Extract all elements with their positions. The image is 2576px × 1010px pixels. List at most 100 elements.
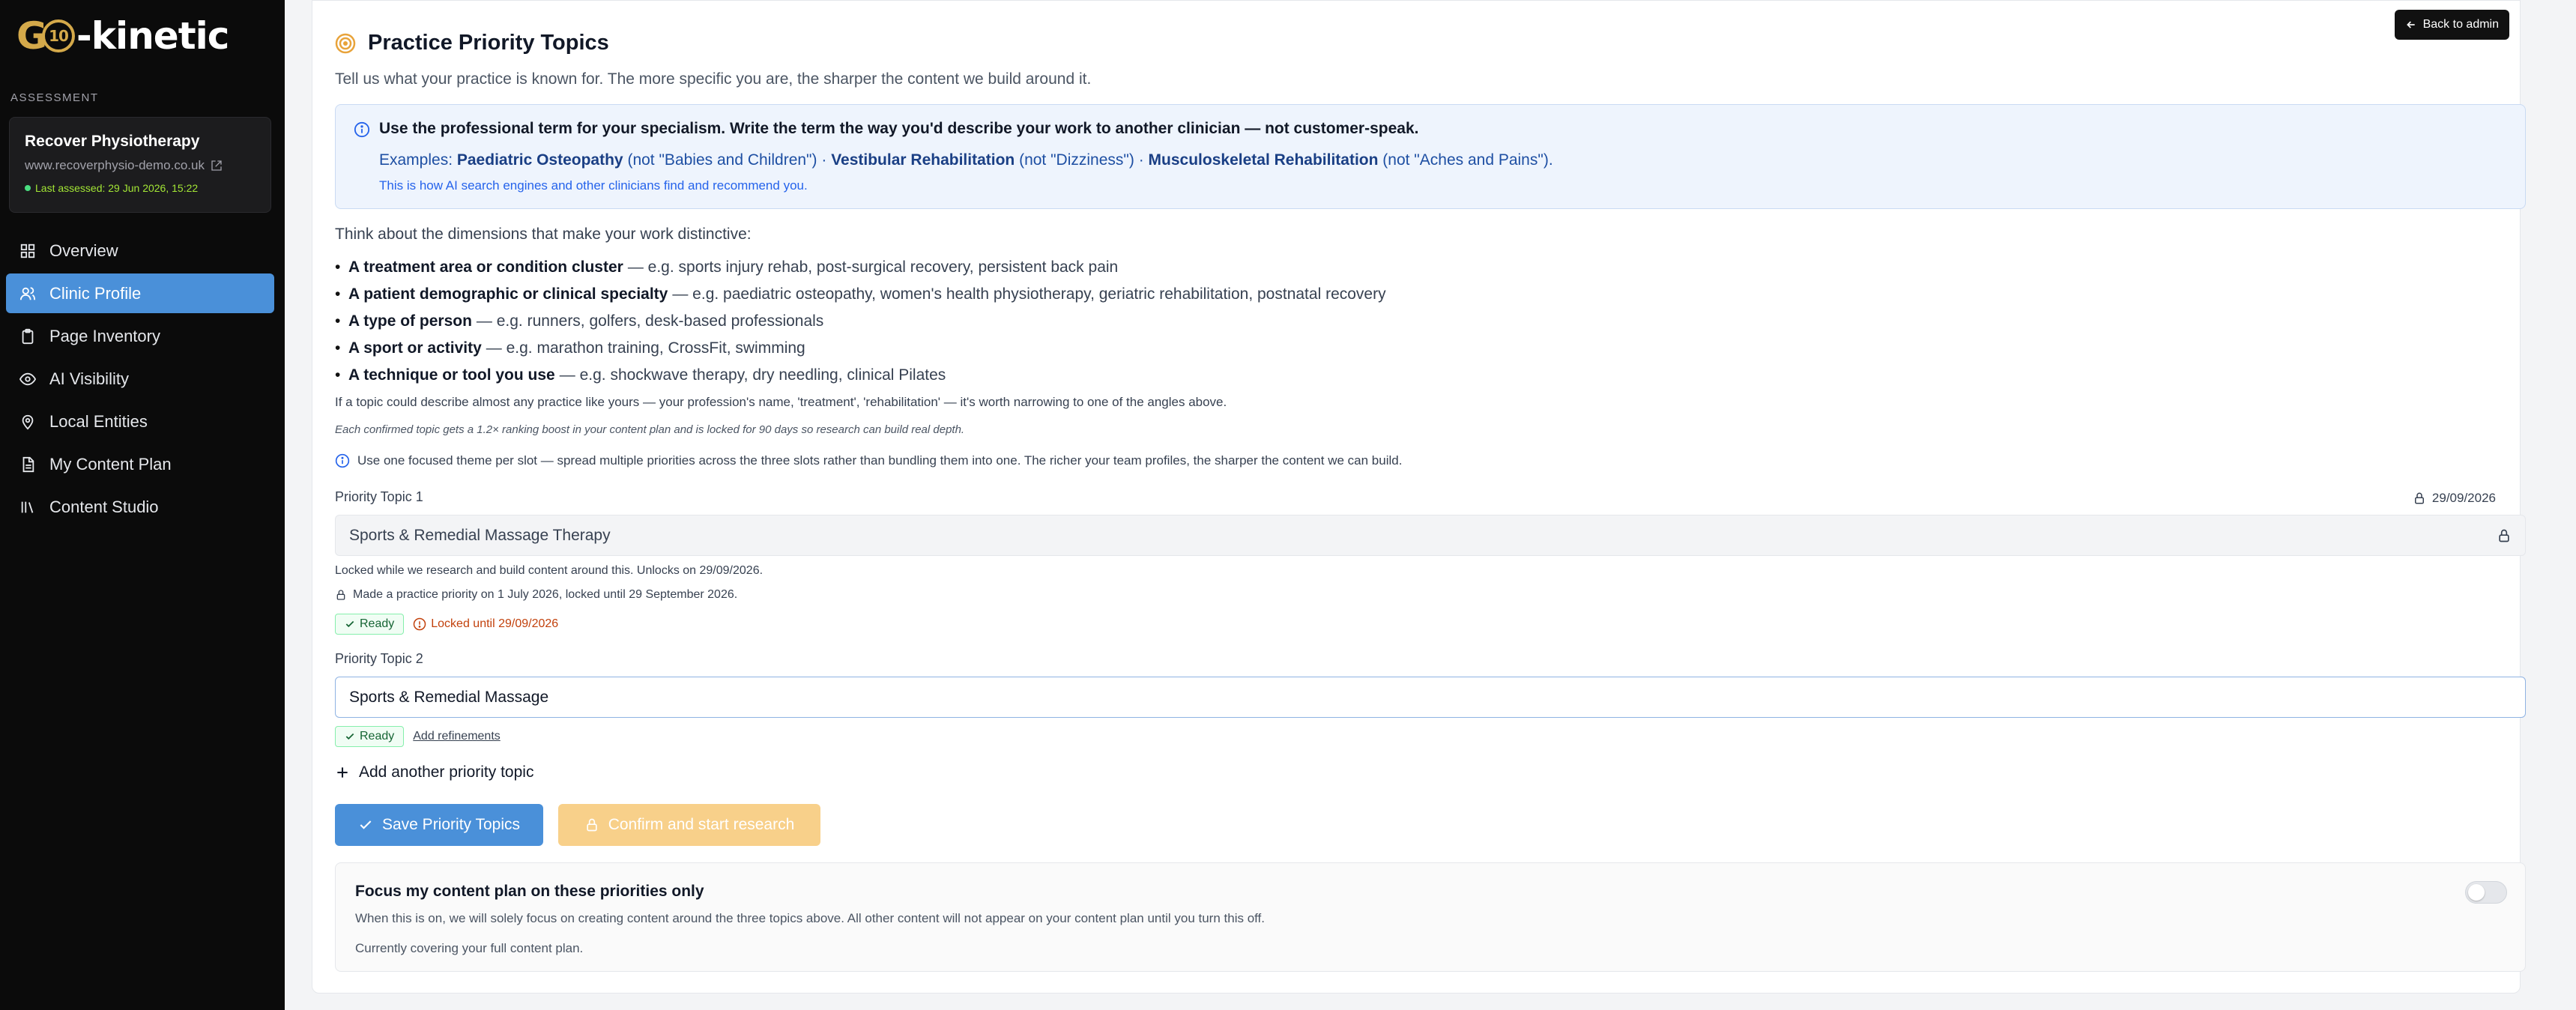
check-icon	[345, 731, 355, 742]
sidebar-item-local-entities[interactable]: Local Entities	[6, 402, 274, 441]
list-item: • A type of person — e.g. runners, golfers…	[335, 312, 824, 330]
sidebar-item-content-studio[interactable]: Content Studio	[6, 487, 274, 527]
alert-circle-icon	[413, 617, 426, 631]
info-icon	[335, 453, 350, 468]
focus-description: When this is on, we will solely focus on…	[355, 911, 1266, 925]
locked-until-label: Locked until 29/09/2026	[431, 617, 559, 630]
topic2-value[interactable]: Sports & Remedial Massage	[349, 689, 548, 707]
main-panel: Back to admin Practice Priority Topics T…	[312, 0, 2526, 994]
topic1-badges: Ready Locked until 29/09/2026	[335, 614, 558, 635]
back-button-label: Back to admin	[2422, 18, 2499, 31]
add-topic-label: Add another priority topic	[359, 763, 534, 781]
check-icon	[345, 619, 355, 629]
example-not: (not "Babies and Children")	[623, 151, 817, 169]
bullet-bold: A technique or tool you use	[348, 366, 555, 384]
topic1-made-msg: Made a practice priority on 1 July 2026,…	[353, 588, 738, 601]
section-label: ASSESSMENT	[10, 91, 99, 104]
clinic-url[interactable]: www.recoverphysio-demo.co.uk	[25, 158, 256, 173]
sidebar-item-label: AI Visibility	[49, 369, 129, 388]
plus-icon	[335, 765, 350, 780]
sidebar: G 10 -kinetic ASSESSMENT Recover Physiot…	[0, 0, 285, 1010]
status-dot-icon	[25, 185, 31, 191]
document-icon	[19, 456, 36, 473]
save-label: Save Priority Topics	[381, 816, 521, 833]
example-separator: ·	[817, 151, 832, 169]
info-heading: Use the professional term for your speci…	[379, 120, 1419, 137]
list-item: • A sport or activity — e.g. marathon trai…	[335, 339, 805, 357]
sidebar-item-clinic-profile[interactable]: Clinic Profile	[6, 273, 274, 313]
focus-title: Focus my content plan on these prioritie…	[355, 883, 704, 900]
back-to-admin-button[interactable]: Back to admin	[2394, 10, 2509, 40]
library-icon	[19, 499, 36, 515]
check-icon	[358, 817, 373, 832]
bullet-text: — e.g. shockwave therapy, dry needling, …	[559, 366, 946, 384]
list-item: • A treatment area or condition cluster — …	[335, 258, 1119, 276]
topic1-input: Sports & Remedial Massage Therapy	[335, 515, 2526, 556]
page-title: Practice Priority Topics	[368, 31, 609, 55]
logo-badge: 10	[42, 19, 76, 52]
bullet-text: — e.g. paediatric osteopathy, women's he…	[672, 285, 1386, 303]
target-icon	[335, 33, 356, 54]
logo-text: -kinetic	[76, 14, 229, 58]
logo[interactable]: G 10 -kinetic	[16, 14, 229, 58]
eye-icon	[19, 371, 36, 387]
boost-note: Each confirmed topic gets a 1.2× ranking…	[335, 423, 965, 436]
info-examples: Examples: Paediatric Osteopathy (not "Ba…	[379, 151, 2507, 169]
arrow-left-icon	[2405, 19, 2417, 31]
external-link-icon[interactable]	[211, 160, 223, 172]
add-refinements-link[interactable]: Add refinements	[413, 730, 501, 743]
guidance-note: If a topic could describe almost any pra…	[335, 395, 1227, 409]
example-not: (not "Dizziness")	[1015, 151, 1134, 169]
sidebar-item-label: Overview	[49, 241, 118, 260]
clinic-card: Recover Physiotherapy www.recoverphysio-…	[9, 117, 271, 213]
info-sub: This is how AI search engines and other …	[379, 178, 808, 193]
focus-status: Currently covering your full content pla…	[355, 941, 584, 955]
sidebar-item-page-inventory[interactable]: Page Inventory	[6, 316, 274, 356]
focus-panel: Focus my content plan on these prioritie…	[335, 862, 2526, 972]
info-box: Use the professional term for your speci…	[335, 104, 2526, 209]
guidance-intro: Think about the dimensions that make you…	[335, 226, 752, 243]
lock-icon	[584, 817, 599, 832]
sidebar-item-label: Clinic Profile	[49, 283, 142, 303]
last-assessed-text: Last assessed: 29 Jun 2026, 15:22	[35, 182, 199, 194]
lock-date-text: 29/09/2026	[2431, 491, 2496, 505]
confirm-start-research-button[interactable]: Confirm and start research	[558, 804, 820, 846]
slot-tip: Use one focused theme per slot — spread …	[335, 453, 1402, 468]
clinic-url-text[interactable]: www.recoverphysio-demo.co.uk	[25, 158, 205, 173]
sidebar-item-label: Content Studio	[49, 497, 159, 516]
bullet-text: — e.g. sports injury rehab, post-surgica…	[627, 258, 1119, 276]
page-subtitle: Tell us what your practice is known for.…	[335, 70, 1092, 88]
add-priority-topic-button[interactable]: Add another priority topic	[335, 763, 533, 781]
topic1-label: Priority Topic 1	[335, 489, 423, 504]
title-row: Practice Priority Topics	[335, 31, 609, 55]
clinic-name: Recover Physiotherapy	[25, 133, 200, 150]
topic1-lock-date: 29/09/2026	[2413, 491, 2496, 506]
bullet-bold: A treatment area or condition cluster	[348, 258, 623, 276]
toggle-knob	[2468, 884, 2485, 901]
sidebar-item-ai-visibility[interactable]: AI Visibility	[6, 359, 274, 399]
sidebar-item-label: Page Inventory	[49, 326, 160, 345]
example-term: Musculoskeletal Rehabilitation	[1148, 151, 1379, 169]
sidebar-item-label: Local Entities	[49, 411, 148, 431]
topic1-value: Sports & Remedial Massage Therapy	[349, 526, 611, 544]
list-item: • A technique or tool you use — e.g. shock…	[335, 366, 946, 384]
examples-prefix: Examples:	[379, 151, 457, 169]
map-pin-icon	[19, 414, 36, 430]
lock-icon	[2413, 492, 2426, 505]
topic2-input[interactable]: Sports & Remedial Massage	[335, 677, 2526, 718]
sidebar-item-overview[interactable]: Overview	[6, 231, 274, 270]
topic2-badges: Ready Add refinements	[335, 726, 501, 747]
sidebar-item-label: My Content Plan	[49, 454, 172, 474]
confirm-label: Confirm and start research	[608, 816, 795, 833]
focus-toggle[interactable]	[2465, 881, 2507, 904]
topic1-locked-msg: Locked while we research and build conte…	[335, 564, 764, 577]
sidebar-nav: Overview Clinic Profile Page Inventory A…	[6, 231, 274, 530]
last-assessed: Last assessed: 29 Jun 2026, 15:22	[25, 182, 256, 194]
topic1-made-msg-row: Made a practice priority on 1 July 2026,…	[335, 588, 737, 602]
save-priority-topics-button[interactable]: Save Priority Topics	[335, 804, 543, 846]
example-separator: ·	[1134, 151, 1149, 169]
clipboard-icon	[19, 328, 36, 345]
example-term: Paediatric Osteopathy	[456, 151, 623, 169]
sidebar-item-my-content-plan[interactable]: My Content Plan	[6, 444, 274, 484]
guidance-list: • A treatment area or condition cluster — …	[335, 254, 1386, 389]
